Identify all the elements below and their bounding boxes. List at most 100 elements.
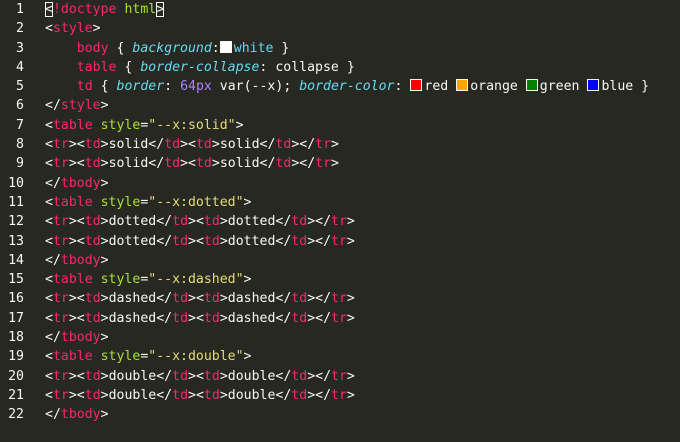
code-line[interactable]: <style>: [45, 19, 680, 38]
code-line[interactable]: td { border: 64px var(--x); border-color…: [45, 77, 680, 96]
code-line[interactable]: <table style="--x:solid">: [45, 116, 680, 135]
punct: }: [641, 79, 650, 95]
code-token: </: [315, 310, 332, 326]
code-token: td: [84, 233, 101, 249]
code-token: >: [211, 137, 220, 153]
attr-style: style: [100, 117, 141, 133]
punct: }: [281, 40, 290, 56]
code-token: >: [219, 387, 228, 403]
code-line[interactable]: <tr><td>solid</td><td>solid</td></tr>: [45, 154, 680, 173]
line-number: 14: [8, 252, 24, 268]
code-token: td: [291, 310, 308, 326]
code-area[interactable]: <!doctype html> <style> body { backgroun…: [45, 0, 680, 442]
line-number: 1: [16, 2, 24, 17]
line-number: 13: [8, 233, 24, 249]
code-token: <: [195, 368, 204, 384]
code-token: >: [188, 387, 196, 403]
code-token: >: [307, 291, 316, 307]
line-number: 9: [16, 156, 24, 172]
code-line[interactable]: <tr><td>dashed</td><td>dashed</td></tr>: [45, 309, 680, 328]
css-property: border: [116, 79, 165, 95]
code-token: tbody: [60, 175, 101, 191]
code-line[interactable]: <tr><td>double</td><td>double</td></tr>: [45, 367, 680, 386]
punct: {: [124, 59, 133, 75]
code-token: >: [68, 291, 77, 307]
code-line[interactable]: </tbody>: [45, 174, 680, 193]
code-token: </: [275, 214, 292, 230]
code-token: >: [100, 368, 109, 384]
code-token: </: [315, 291, 332, 307]
open-bracket-match: <: [45, 2, 53, 17]
code-token: </: [275, 368, 292, 384]
code-token: >: [68, 233, 77, 249]
code-token: </: [45, 175, 61, 191]
line-number: 5: [16, 79, 24, 95]
code-token: td: [172, 310, 189, 326]
code-token: tr: [315, 156, 332, 172]
code-token: dashed: [227, 310, 276, 326]
css-property: border-color: [299, 79, 395, 95]
code-line[interactable]: <table style="--x:dashed">: [45, 270, 680, 289]
code-token: table: [52, 349, 93, 365]
code-line[interactable]: </tbody>: [45, 251, 680, 270]
code-token: <: [195, 387, 204, 403]
code-token: <: [76, 368, 85, 384]
line-number: 21: [8, 387, 24, 403]
code-line[interactable]: </tbody>: [45, 328, 680, 347]
code-token: td: [84, 137, 101, 153]
code-token: td: [291, 387, 308, 403]
punct: <: [45, 21, 53, 37]
code-line[interactable]: <tr><td>dotted</td><td>dotted</td></tr>: [45, 212, 680, 231]
code-token: <: [76, 387, 85, 403]
code-token: td: [203, 310, 220, 326]
code-token: >: [219, 214, 228, 230]
css-value: orange: [470, 79, 518, 95]
code-token: td: [172, 233, 189, 249]
code-editor[interactable]: 1 2 3 4 5 6 7 8 9 10 11 12 13 14 15 16 1…: [0, 0, 680, 442]
line-number: 17: [8, 310, 24, 326]
code-token: <: [45, 368, 53, 384]
code-token: <: [45, 349, 53, 365]
code-token: <: [76, 214, 85, 230]
code-token: "--x:dashed": [148, 272, 244, 288]
code-token: table: [52, 272, 93, 288]
code-token: >: [68, 137, 77, 153]
code-line[interactable]: </tbody>: [45, 405, 680, 424]
code-line[interactable]: <tr><td>dashed</td><td>dashed</td></tr>: [45, 289, 680, 308]
code-token: solid: [219, 156, 260, 172]
code-line[interactable]: <tr><td>solid</td><td>solid</td></tr>: [45, 135, 680, 154]
code-token: tr: [52, 387, 69, 403]
code-token: >: [100, 214, 109, 230]
code-token: >: [100, 387, 109, 403]
code-token: <: [195, 233, 204, 249]
code-token: </: [299, 156, 316, 172]
code-line[interactable]: <table style="--x:dotted">: [45, 193, 680, 212]
code-line[interactable]: <tr><td>dotted</td><td>dotted</td></tr>: [45, 232, 680, 251]
code-token: td: [172, 291, 189, 307]
code-token: <: [76, 156, 85, 172]
code-token: </: [156, 233, 173, 249]
code-line[interactable]: <table style="--x:double">: [45, 347, 680, 366]
code-token: tr: [52, 137, 69, 153]
code-token: dotted: [227, 214, 276, 230]
code-token: solid: [108, 137, 149, 153]
code-line[interactable]: <tr><td>double</td><td>double</td></tr>: [45, 386, 680, 405]
punct: >: [235, 117, 244, 133]
code-token: >: [100, 310, 109, 326]
code-token: tr: [52, 291, 69, 307]
code-line[interactable]: body { background: white }: [45, 39, 680, 58]
code-line[interactable]: table { border-collapse: collapse }: [45, 58, 680, 77]
code-line[interactable]: <!doctype html>: [45, 0, 680, 19]
line-number: 16: [8, 291, 24, 307]
code-token: td: [203, 214, 220, 230]
code-token: solid: [108, 156, 149, 172]
code-line[interactable]: </style>: [45, 96, 680, 115]
color-swatch-white: [219, 40, 232, 53]
code-token: >: [100, 330, 109, 346]
code-token: tr: [52, 214, 69, 230]
line-number: 10: [8, 175, 24, 191]
code-token: td: [84, 214, 101, 230]
code-token: </: [275, 291, 292, 307]
code-token: td: [291, 233, 308, 249]
code-token: >: [188, 368, 196, 384]
